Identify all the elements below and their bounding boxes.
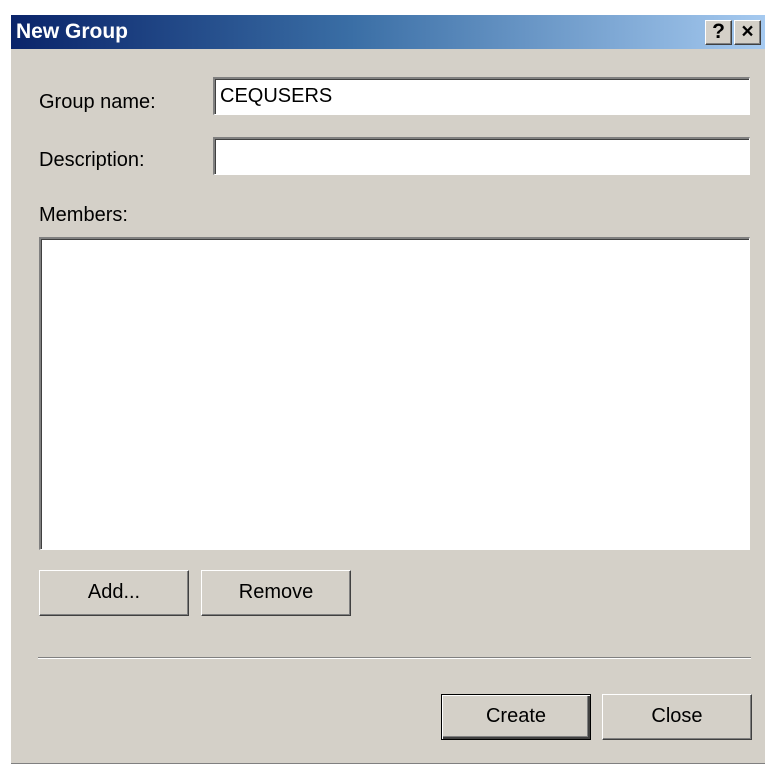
remove-button-label: Remove <box>238 581 314 603</box>
create-button[interactable]: Create <box>441 694 591 740</box>
dialog-title: New Group <box>16 20 129 43</box>
help-button[interactable]: ? <box>705 20 732 45</box>
close-button[interactable]: Close <box>602 694 752 740</box>
new-group-dialog: New Group ? × Group name: CEQUSERS Descr… <box>10 14 765 764</box>
create-button-label: Create <box>485 705 547 727</box>
close-button-label: Close <box>651 705 703 727</box>
title-bar[interactable]: New Group ? × <box>11 15 765 49</box>
close-window-button[interactable]: × <box>734 20 761 45</box>
members-list[interactable] <box>39 237 750 550</box>
help-icon: ? <box>712 20 725 43</box>
close-icon: × <box>741 20 754 43</box>
separator <box>38 657 751 659</box>
add-button[interactable]: Add... <box>39 570 189 616</box>
group-name-label: Group name: <box>39 91 156 113</box>
remove-button[interactable]: Remove <box>201 570 351 616</box>
add-button-label: Add... <box>87 581 141 603</box>
group-name-value: CEQUSERS <box>220 85 333 107</box>
description-label: Description: <box>39 149 145 171</box>
group-name-field[interactable]: CEQUSERS <box>213 77 750 115</box>
description-field[interactable] <box>213 137 750 175</box>
members-label: Members: <box>39 204 128 226</box>
